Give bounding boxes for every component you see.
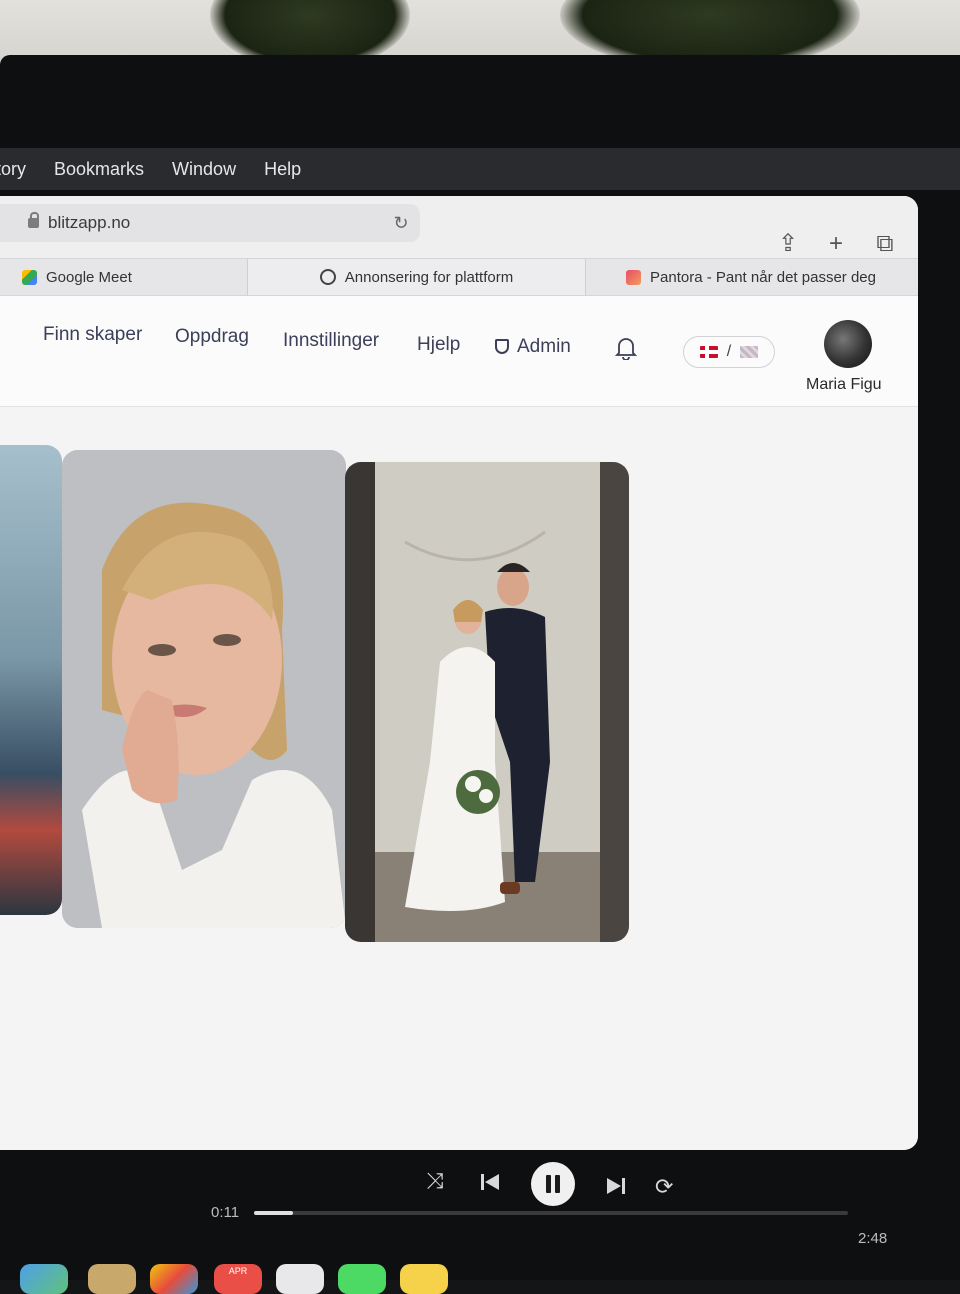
admin-label: Admin: [517, 336, 571, 357]
dock: APR: [0, 1262, 960, 1294]
elapsed-time: 0:11: [211, 1204, 240, 1221]
notes-icon[interactable]: [88, 1264, 136, 1294]
media-player: ⤨ ⟳ 0:11 2:48: [0, 1150, 960, 1280]
shield-icon: [495, 339, 509, 354]
reload-icon[interactable]: ↻: [390, 212, 412, 234]
nav-innstillinger[interactable]: Innstillinger: [283, 330, 379, 352]
norway-flag-icon[interactable]: [699, 346, 718, 358]
calendar-icon[interactable]: APR: [214, 1264, 262, 1294]
browser-window: blitzapp.no ↻ ⇪ + ⧉ Google Meet Annonser…: [0, 196, 918, 1150]
nav-hjelp[interactable]: Hjelp: [417, 334, 460, 356]
nav-oppdrag[interactable]: Oppdrag: [175, 326, 249, 348]
tab-pantora[interactable]: Pantora - Pant når det passer deg: [586, 259, 918, 295]
gallery-card-woman-portrait[interactable]: [62, 450, 346, 928]
tab-label: Annonsering for plattform: [344, 268, 514, 286]
bell-icon[interactable]: [615, 336, 637, 360]
lock-icon: [28, 212, 39, 228]
lang-separator: /: [726, 343, 732, 360]
nav-finn-skaper[interactable]: Finn skaper: [43, 324, 142, 346]
shuffle-icon[interactable]: ⤨: [426, 1168, 444, 1194]
chatgpt-icon: [319, 269, 336, 285]
site-navigation: Finn skaper Oppdrag Innstillinger Hjelp …: [0, 296, 918, 407]
maps-icon[interactable]: [20, 1264, 68, 1294]
menu-bookmarks[interactable]: Bookmarks: [54, 159, 144, 180]
progress-fill: [254, 1211, 293, 1215]
woman-portrait-image: [62, 450, 346, 928]
google-meet-icon: [22, 269, 37, 285]
avatar[interactable]: [824, 320, 872, 368]
gallery: [0, 407, 918, 1150]
pause-button[interactable]: [531, 1162, 575, 1206]
tab-overview-icon[interactable]: ⧉: [871, 230, 899, 258]
tab-bar: Google Meet Annonsering for plattform Pa…: [0, 258, 918, 296]
gallery-card-portrait-partial[interactable]: [0, 445, 62, 915]
uk-flag-icon[interactable]: [740, 346, 759, 358]
stickies-icon[interactable]: [400, 1264, 448, 1294]
calendar-month: APR: [228, 1266, 248, 1276]
messages-icon[interactable]: [338, 1264, 386, 1294]
user-name[interactable]: Maria Figu: [806, 376, 882, 394]
tab-annonsering[interactable]: Annonsering for plattform: [248, 259, 586, 295]
menu-history[interactable]: tory: [0, 159, 26, 180]
browser-toolbar: blitzapp.no ↻ ⇪ + ⧉: [0, 196, 918, 258]
menu-bar: tory Bookmarks Window Help: [0, 148, 960, 190]
new-tab-icon[interactable]: +: [822, 230, 850, 258]
photos-icon[interactable]: [150, 1264, 198, 1294]
language-switcher[interactable]: /: [683, 336, 775, 368]
share-icon[interactable]: ⇪: [774, 230, 802, 258]
progress-track[interactable]: [254, 1211, 848, 1215]
menu-window[interactable]: Window: [172, 159, 236, 180]
address-bar[interactable]: blitzapp.no ↻: [0, 204, 420, 242]
tab-label: Pantora - Pant når det passer deg: [650, 268, 876, 286]
previous-track-icon[interactable]: [480, 1172, 500, 1192]
next-track-icon[interactable]: [606, 1176, 626, 1196]
tab-google-meet[interactable]: Google Meet: [0, 259, 248, 295]
contacts-icon[interactable]: [276, 1264, 324, 1294]
gallery-card-wedding-couple[interactable]: [345, 462, 629, 942]
pantora-icon: [626, 269, 641, 285]
duration-time: 2:48: [858, 1230, 888, 1247]
tab-label: Google Meet: [46, 268, 132, 286]
repeat-icon[interactable]: ⟳: [655, 1174, 673, 1200]
menu-help[interactable]: Help: [264, 159, 301, 180]
wedding-couple-image: [345, 462, 629, 942]
url-text: blitzapp.no: [48, 213, 131, 232]
nav-admin[interactable]: Admin: [495, 336, 571, 358]
